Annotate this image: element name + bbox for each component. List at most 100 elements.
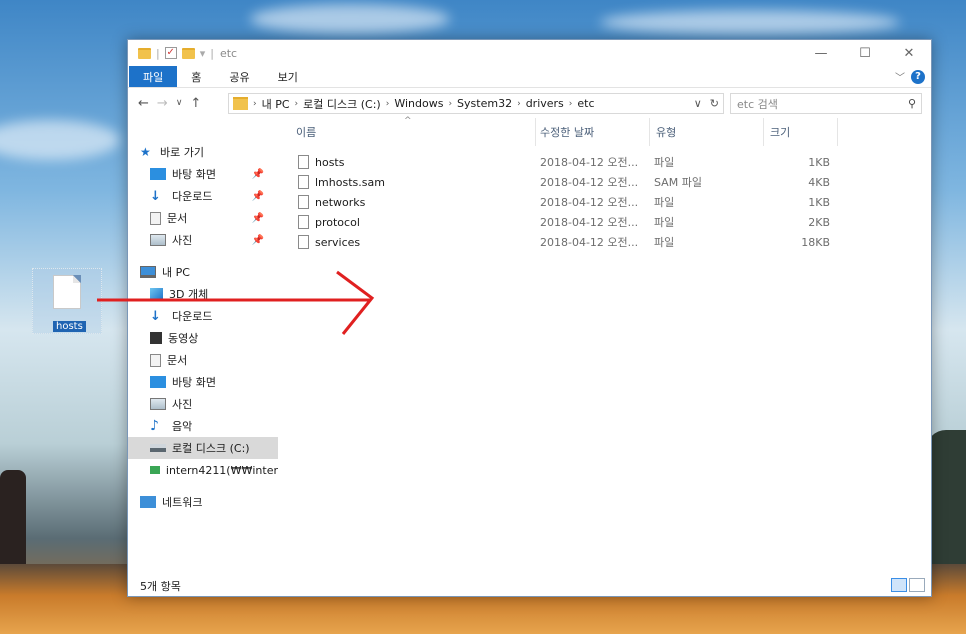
folder-icon — [233, 97, 248, 110]
recent-locations-icon[interactable]: ∨ — [176, 98, 183, 108]
network-drive-icon — [150, 466, 160, 474]
quick-access-toolbar: | ✓ ▾ | — [138, 47, 214, 60]
file-size: 1KB — [808, 155, 830, 169]
file-type: SAM 파일 — [654, 176, 702, 189]
file-name: networks — [315, 195, 366, 209]
nav-downloads[interactable]: ↓ 다운로드 — [128, 305, 278, 327]
breadcrumb-local-disk[interactable]: 로컬 디스크 (C:) — [303, 96, 381, 112]
drive-icon — [150, 444, 166, 452]
column-header-type[interactable]: 유형 — [650, 118, 764, 146]
file-row[interactable]: services 2018-04-12 오전... 파일 18KB — [278, 232, 931, 252]
file-date: 2018-04-12 오전... — [540, 156, 639, 169]
nav-pictures[interactable]: 사진 — [128, 393, 278, 415]
breadcrumb-etc[interactable]: etc — [577, 97, 594, 110]
up-button[interactable]: ↑ — [190, 96, 201, 111]
tab-share[interactable]: 공유 — [215, 66, 263, 87]
download-icon: ↓ — [150, 308, 161, 324]
file-row[interactable]: lmhosts.sam 2018-04-12 오전... SAM 파일 4KB — [278, 172, 931, 192]
tab-home[interactable]: 홈 — [177, 66, 215, 87]
video-icon — [150, 332, 162, 344]
search-icon: ⚲ — [907, 97, 916, 110]
help-icon[interactable]: ? — [911, 69, 925, 84]
nav-quick-downloads[interactable]: ↓ 다운로드 📌 — [128, 185, 278, 207]
column-header-name[interactable]: 이름 — [290, 118, 536, 146]
cloud — [600, 10, 900, 35]
title-bar: | ✓ ▾ | etc — ☐ ✕ — [128, 40, 931, 66]
properties-icon[interactable]: ✓ — [164, 47, 177, 59]
breadcrumb-drivers[interactable]: drivers — [526, 97, 564, 110]
folder-icon — [138, 47, 151, 59]
desktop-icon — [150, 168, 166, 180]
nav-network[interactable]: 네트워크 — [128, 491, 278, 513]
desktop-file-hosts[interactable]: hosts — [32, 268, 102, 334]
tab-file[interactable]: 파일 — [129, 66, 178, 87]
nav-quick-documents[interactable]: 문서 📌 — [128, 207, 278, 229]
search-box[interactable]: etc 검색 ⚲ — [730, 93, 922, 114]
nav-quick-desktop[interactable]: 바탕 화면 📌 — [128, 163, 278, 185]
file-date: 2018-04-12 오전... — [540, 196, 639, 209]
file-size: 18KB — [801, 235, 830, 249]
nav-videos[interactable]: 동영상 — [128, 327, 278, 349]
nav-desktop[interactable]: 바탕 화면 — [128, 371, 278, 393]
details-view-button[interactable] — [891, 578, 907, 592]
pin-icon: 📌 — [251, 234, 264, 246]
nav-music[interactable]: ♪ 음악 — [128, 415, 278, 437]
file-type: 파일 — [654, 196, 675, 209]
window-title: etc — [219, 46, 238, 60]
download-icon: ↓ — [150, 188, 161, 204]
file-type: 파일 — [654, 156, 675, 169]
file-icon — [298, 175, 309, 189]
music-note-icon: ♪ — [150, 418, 159, 434]
file-date: 2018-04-12 오전... — [540, 176, 639, 189]
file-name: lmhosts.sam — [315, 175, 385, 189]
column-header-date[interactable]: 수정한 날짜 — [534, 118, 650, 146]
pictures-icon — [150, 398, 166, 410]
cloud — [0, 120, 120, 160]
nav-3d-objects[interactable]: 3D 개체 — [128, 283, 278, 305]
file-icon — [298, 155, 309, 169]
document-icon — [150, 211, 161, 225]
navigation-bar: ← → ∨ ↑ › 내 PC › 로컬 디스크 (C:) › Windows ›… — [128, 88, 931, 118]
close-button[interactable]: ✕ — [887, 40, 931, 66]
column-header-size[interactable]: 크기 — [764, 118, 838, 146]
large-icons-view-button[interactable] — [909, 578, 925, 592]
file-row[interactable]: hosts 2018-04-12 오전... 파일 1KB — [278, 152, 931, 172]
nav-documents[interactable]: 문서 — [128, 349, 278, 371]
minimize-button[interactable]: — — [799, 40, 843, 66]
cliff — [926, 430, 966, 570]
desktop-file-label: hosts — [53, 321, 86, 332]
desktop-icon — [150, 376, 166, 388]
nav-this-pc[interactable]: 내 PC — [128, 261, 278, 283]
breadcrumb-system32[interactable]: System32 — [457, 97, 512, 110]
breadcrumb-windows[interactable]: Windows — [394, 97, 443, 110]
file-icon — [298, 235, 309, 249]
refresh-icon[interactable]: ↻ — [710, 97, 719, 110]
nav-quick-access[interactable]: ★ 바로 가기 — [128, 141, 278, 163]
maximize-button[interactable]: ☐ — [843, 40, 887, 66]
network-icon — [140, 496, 156, 508]
customize-dropdown-icon[interactable]: ▾ — [200, 47, 206, 60]
file-row[interactable]: protocol 2018-04-12 오전... 파일 2KB — [278, 212, 931, 232]
file-size: 2KB — [808, 215, 830, 229]
document-icon — [150, 353, 161, 367]
nav-local-disk[interactable]: 로컬 디스크 (C:) — [128, 437, 278, 459]
search-placeholder: etc 검색 — [737, 97, 778, 111]
expand-ribbon-icon[interactable]: ﹀ — [895, 69, 905, 84]
address-bar[interactable]: › 내 PC › 로컬 디스크 (C:) › Windows › System3… — [228, 93, 724, 114]
file-name: protocol — [315, 215, 360, 229]
new-folder-icon[interactable] — [181, 47, 195, 59]
cloud — [250, 4, 450, 34]
file-icon — [298, 195, 309, 209]
file-list: ^ 이름 수정한 날짜 유형 크기 hosts 2018-04-12 오전...… — [278, 116, 931, 576]
tab-view[interactable]: 보기 — [264, 66, 312, 87]
pictures-icon — [150, 234, 166, 246]
pin-icon: 📌 — [251, 190, 264, 202]
back-button[interactable]: ← — [138, 96, 149, 111]
nav-network-drive[interactable]: intern4211(₩₩inter — [128, 459, 278, 481]
file-row[interactable]: networks 2018-04-12 오전... 파일 1KB — [278, 192, 931, 212]
breadcrumb-this-pc[interactable]: 내 PC — [262, 96, 290, 112]
nav-quick-pictures[interactable]: 사진 📌 — [128, 229, 278, 251]
forward-button[interactable]: → — [157, 96, 168, 111]
file-size: 4KB — [808, 175, 830, 189]
address-dropdown-icon[interactable]: ∨ — [694, 97, 702, 110]
